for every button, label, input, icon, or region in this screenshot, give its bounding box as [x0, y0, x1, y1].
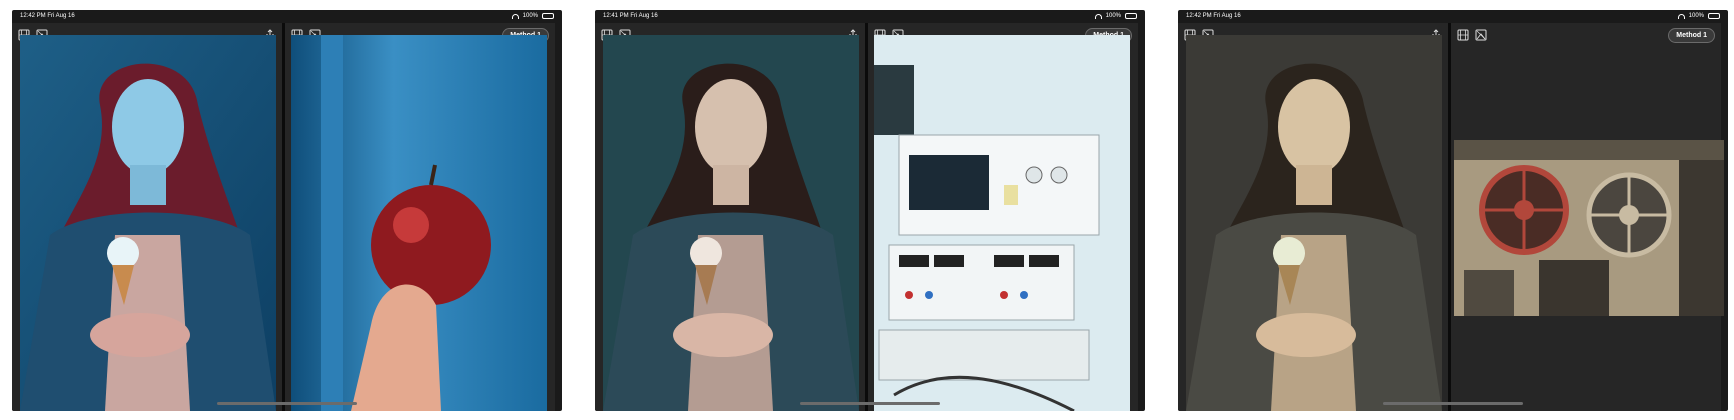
right-pane: Method 1: [285, 23, 555, 411]
right-photo: [1454, 140, 1724, 316]
status-bar: 12:42 PM Fri Aug 16 100%: [12, 10, 562, 22]
wifi-icon: [1677, 13, 1685, 19]
right-pane: Method 1: [868, 23, 1138, 411]
screenshot-strip: 12:42 PM Fri Aug 16 100% 12:41 PM Fri Au…: [0, 0, 1734, 420]
right-photo: [874, 35, 1130, 411]
image-icon[interactable]: [1475, 29, 1487, 41]
ipad-screen-3: 12:42 PM Fri Aug 16 100% Method 1: [1178, 10, 1728, 411]
status-time: 12:41 PM Fri Aug 16: [603, 13, 658, 19]
right-photo: [291, 35, 547, 411]
wifi-icon: [511, 13, 519, 19]
right-toolbar: Method 1: [1451, 23, 1721, 47]
battery-percent: 100%: [1688, 13, 1704, 19]
status-bar: 12:42 PM Fri Aug 16 100%: [1178, 10, 1728, 22]
battery-percent: 100%: [1105, 13, 1121, 19]
home-indicator[interactable]: [217, 402, 357, 405]
battery-icon: [542, 13, 554, 19]
left-pane: [1178, 23, 1448, 411]
method-button[interactable]: Method 1: [1668, 27, 1715, 43]
status-time: 12:42 PM Fri Aug 16: [1186, 13, 1241, 19]
home-indicator[interactable]: [800, 402, 940, 405]
battery-percent: 100%: [522, 13, 538, 19]
home-indicator[interactable]: [1383, 402, 1523, 405]
status-time: 12:42 PM Fri Aug 16: [20, 13, 75, 19]
status-bar: 12:41 PM Fri Aug 16 100%: [595, 10, 1145, 22]
left-pane: [12, 23, 282, 411]
left-photo: [1186, 35, 1442, 411]
ipad-screen-1: 12:42 PM Fri Aug 16 100%: [12, 10, 562, 411]
right-pane: Method 1: [1451, 23, 1724, 411]
left-photo: [603, 35, 859, 411]
film-icon[interactable]: [1457, 29, 1469, 41]
battery-icon: [1125, 13, 1137, 19]
left-photo: [20, 35, 276, 411]
wifi-icon: [1094, 13, 1102, 19]
ipad-screen-2: 12:41 PM Fri Aug 16 100%: [595, 10, 1145, 411]
battery-icon: [1708, 13, 1720, 19]
left-pane: [595, 23, 865, 411]
